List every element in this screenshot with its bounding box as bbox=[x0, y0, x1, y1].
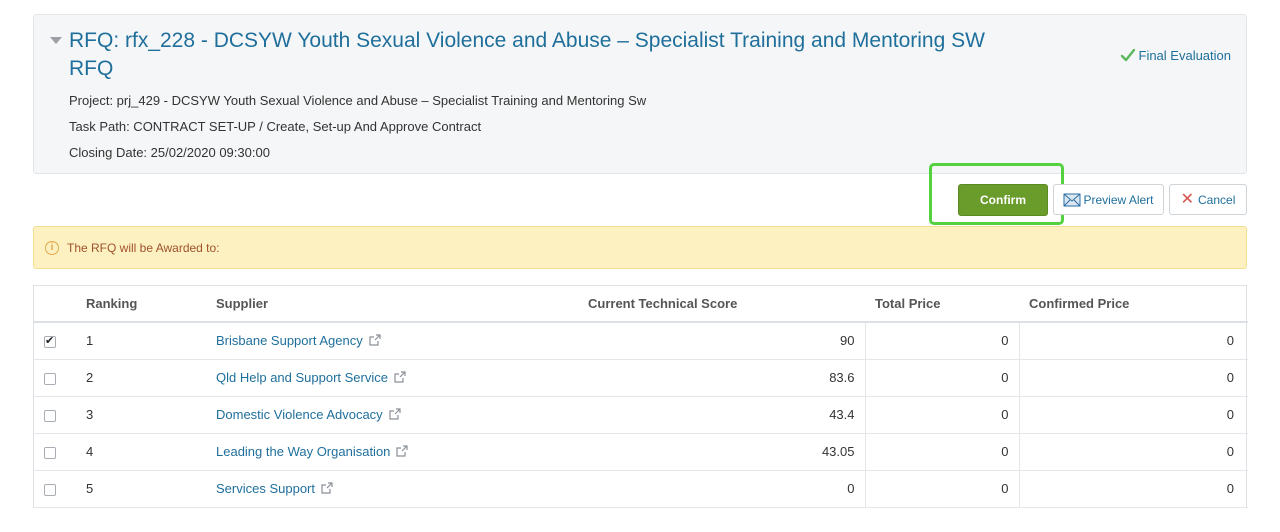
rfq-header-panel: RFQ: rfx_228 - DCSYW Youth Sexual Violen… bbox=[33, 14, 1247, 174]
supplier-link[interactable]: Services Support bbox=[216, 481, 315, 496]
closing-date: Closing Date: 25/02/2020 09:30:00 bbox=[69, 145, 270, 160]
score-cell: 43.4 bbox=[578, 396, 866, 434]
chevron-down-icon[interactable] bbox=[50, 37, 62, 44]
mail-icon bbox=[1063, 193, 1081, 206]
score-cell: 43.05 bbox=[578, 433, 866, 471]
external-link-icon[interactable] bbox=[389, 408, 401, 420]
confirmed-price-cell: 0 bbox=[1019, 396, 1248, 434]
check-icon bbox=[1120, 48, 1135, 62]
supplier-link[interactable]: Brisbane Support Agency bbox=[216, 333, 363, 348]
row-checkbox[interactable] bbox=[44, 372, 56, 385]
project-info: Project: prj_429 - DCSYW Youth Sexual Vi… bbox=[69, 93, 647, 108]
supplier-link[interactable]: Qld Help and Support Service bbox=[216, 370, 388, 385]
info-icon: i bbox=[45, 240, 59, 255]
page-title: RFQ: rfx_228 - DCSYW Youth Sexual Violen… bbox=[69, 29, 985, 80]
preview-alert-label: Preview Alert bbox=[1083, 192, 1154, 207]
cancel-button[interactable]: ✕ Cancel bbox=[1169, 184, 1247, 215]
confirmed-price-cell: 0 bbox=[1019, 322, 1248, 360]
confirmed-price-column-header[interactable]: Confirmed Price bbox=[1019, 286, 1248, 323]
score-cell: 83.6 bbox=[578, 359, 866, 397]
ranking-cell: 1 bbox=[76, 322, 206, 360]
ranking-column-header[interactable]: Ranking bbox=[76, 286, 206, 323]
total-price-cell: 0 bbox=[865, 396, 1020, 434]
ranking-cell: 5 bbox=[76, 470, 206, 508]
supplier-column-header[interactable]: Supplier bbox=[206, 286, 578, 323]
confirm-button[interactable]: Confirm bbox=[958, 184, 1048, 216]
table-row: 4 Leading the Way Organisation 43.05 0 0 bbox=[34, 433, 1248, 471]
table-row: 1 Brisbane Support Agency 90 0 0 bbox=[34, 322, 1248, 360]
ranking-cell: 3 bbox=[76, 396, 206, 434]
external-link-icon[interactable] bbox=[396, 445, 409, 457]
task-path: Task Path: CONTRACT SET-UP / Create, Set… bbox=[69, 119, 482, 134]
external-link-icon[interactable] bbox=[321, 482, 333, 494]
total-price-cell: 0 bbox=[865, 470, 1020, 508]
row-checkbox[interactable] bbox=[44, 446, 56, 459]
total-price-cell: 0 bbox=[865, 433, 1020, 471]
status-label: Final Evaluation bbox=[1138, 47, 1232, 63]
table-row: 2 Qld Help and Support Service 83.6 0 0 bbox=[34, 359, 1248, 397]
supplier-link[interactable]: Leading the Way Organisation bbox=[216, 444, 390, 459]
alert-text: The RFQ will be Awarded to: bbox=[67, 240, 220, 255]
ranking-cell: 4 bbox=[76, 433, 206, 471]
cancel-label: Cancel bbox=[1198, 192, 1236, 207]
score-cell: 0 bbox=[578, 470, 866, 508]
total-price-column-header[interactable]: Total Price bbox=[865, 286, 1019, 323]
select-column-header bbox=[34, 286, 76, 323]
external-link-icon[interactable] bbox=[369, 334, 381, 346]
close-icon: ✕ bbox=[1180, 190, 1195, 208]
confirmed-price-cell: 0 bbox=[1019, 359, 1248, 397]
supplier-table: Ranking Supplier Current Technical Score… bbox=[33, 285, 1248, 508]
row-checkbox[interactable] bbox=[44, 334, 56, 348]
technical-score-column-header[interactable]: Current Technical Score bbox=[578, 286, 865, 323]
ranking-cell: 2 bbox=[76, 359, 206, 397]
row-checkbox[interactable] bbox=[44, 409, 56, 422]
table-row: 3 Domestic Violence Advocacy 43.4 0 0 bbox=[34, 396, 1248, 434]
external-link-icon[interactable] bbox=[394, 371, 406, 383]
award-alert: i The RFQ will be Awarded to: bbox=[33, 226, 1247, 269]
status-indicator: Final Evaluation bbox=[1120, 47, 1232, 63]
confirmed-price-cell: 0 bbox=[1019, 470, 1248, 508]
preview-alert-button[interactable]: Preview Alert bbox=[1053, 184, 1164, 215]
score-cell: 90 bbox=[578, 322, 866, 360]
table-row: 5 Services Support 0 0 0 bbox=[34, 470, 1248, 508]
row-checkbox[interactable] bbox=[44, 483, 56, 496]
total-price-cell: 0 bbox=[865, 322, 1020, 360]
confirmed-price-cell: 0 bbox=[1019, 433, 1248, 471]
total-price-cell: 0 bbox=[865, 359, 1020, 397]
supplier-link[interactable]: Domestic Violence Advocacy bbox=[216, 407, 383, 422]
table-header-row: Ranking Supplier Current Technical Score… bbox=[34, 286, 1248, 323]
